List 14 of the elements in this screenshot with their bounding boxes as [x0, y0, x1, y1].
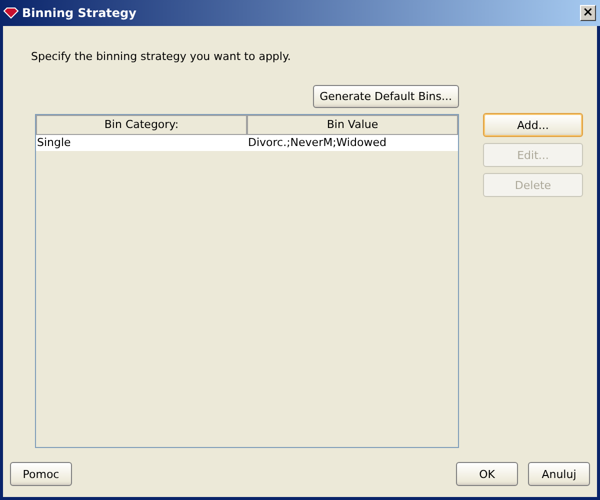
- close-button[interactable]: ×: [580, 5, 596, 21]
- column-header[interactable]: Bin Value: [247, 115, 458, 135]
- generate-bins-button[interactable]: Generate Default Bins...: [312, 85, 459, 108]
- table-row[interactable]: Single Divorc.;NeverM;Widowed: [36, 135, 458, 151]
- table-cell-text: Single: [36, 135, 72, 151]
- side-button[interactable]: Add...: [483, 113, 583, 137]
- instruction-text: Specify the binning strategy you want to apply.: [31, 50, 292, 63]
- cancel-button[interactable]: Anuluj: [528, 462, 590, 486]
- window-title: Binning Strategy: [22, 6, 138, 20]
- column-header[interactable]: Bin Category:: [36, 115, 247, 135]
- table-cell-text: Divorc.;NeverM;Widowed: [247, 135, 388, 151]
- gem-icon: [3, 7, 19, 19]
- ok-button[interactable]: OK: [456, 462, 518, 486]
- help-button[interactable]: Pomoc: [10, 462, 72, 486]
